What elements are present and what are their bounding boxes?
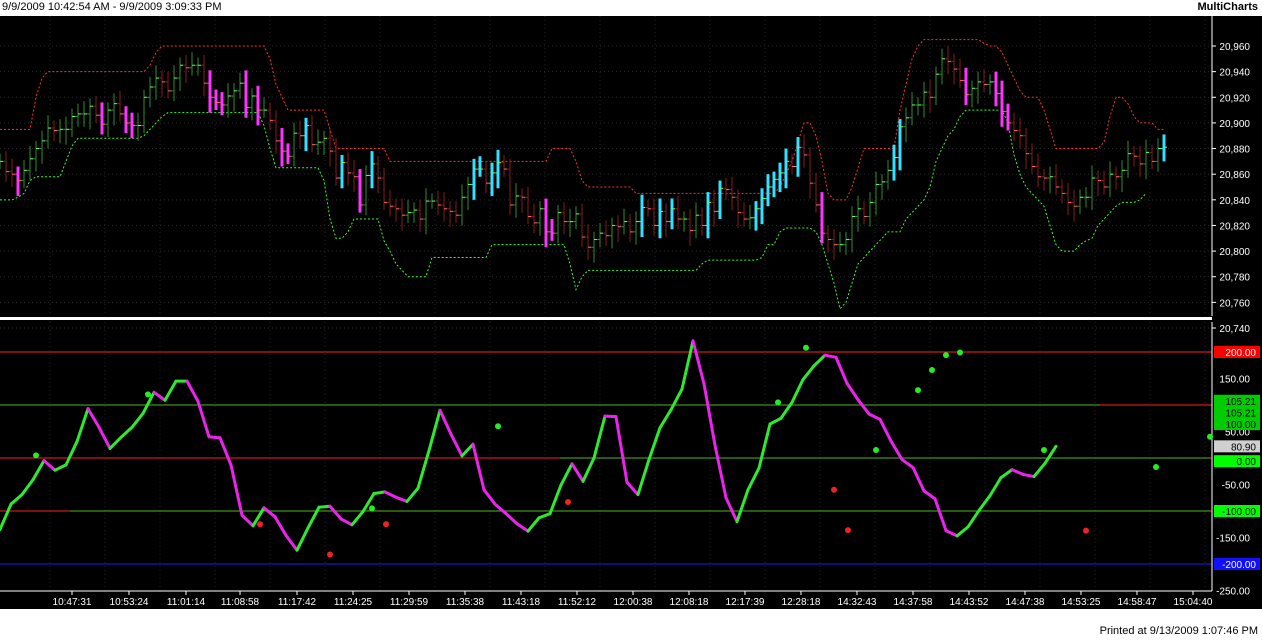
oscillator-segment — [603, 414, 618, 419]
price-tick-label: 20,840 — [1219, 196, 1250, 207]
pane-separator — [0, 317, 1212, 320]
time-tick-label: 11:35:38 — [446, 597, 485, 608]
signal-dot — [565, 498, 571, 505]
time-tick-label: 14:53:25 — [1062, 597, 1101, 608]
signal-dot — [327, 551, 333, 558]
time-tick-label: 11:43:18 — [502, 597, 541, 608]
signal-dot — [1207, 433, 1213, 440]
price-tick-label: 20,960 — [1219, 42, 1250, 53]
oscillator-segment — [1021, 472, 1036, 479]
signal-dot — [33, 452, 39, 459]
signal-dot — [1083, 527, 1089, 534]
signal-dot — [957, 349, 963, 356]
time-tick-label: 14:58:47 — [1118, 597, 1157, 608]
time-tick-label: 11:08:58 — [221, 597, 260, 608]
time-tick-label: 14:43:52 — [950, 597, 989, 608]
signal-dot — [831, 486, 837, 493]
osc-tick-label: 150.00 — [1219, 375, 1250, 386]
printed-timestamp: Printed at 9/13/2009 1:07:46 PM — [1099, 625, 1258, 637]
signal-dot — [915, 387, 921, 394]
oscillator-segment — [823, 353, 838, 359]
time-tick-label: 11:01:14 — [167, 597, 206, 608]
value-badge-label: 0.00 — [1237, 457, 1257, 468]
signal-dot — [1041, 447, 1047, 454]
time-tick-label: 10:47:31 — [53, 597, 92, 608]
time-tick-label: 14:47:38 — [1006, 597, 1045, 608]
value-badge-label: 105.21 — [1225, 408, 1256, 419]
price-tick-label: 20,800 — [1219, 247, 1250, 258]
time-tick-label: 10:53:24 — [110, 597, 149, 608]
title-bar: 9/9/2009 10:42:54 AM - 9/9/2009 3:09:33 … — [0, 0, 1262, 16]
time-tick-label: 11:24:25 — [334, 597, 373, 608]
date-range: 9/9/2009 10:42:54 AM - 9/9/2009 3:09:33 … — [2, 1, 222, 13]
time-tick-label: 14:37:58 — [894, 597, 933, 608]
value-badge-label: 200.00 — [1225, 348, 1256, 359]
osc-tick-label: -150.00 — [1216, 534, 1250, 545]
signal-dot — [943, 352, 949, 359]
price-tick-label: 20,820 — [1219, 221, 1250, 232]
signal-dot — [929, 367, 935, 374]
time-tick-label: 12:17:39 — [726, 597, 765, 608]
time-tick-label: 11:52:12 — [558, 597, 597, 608]
chart-canvas[interactable]: 20,960 20,940 20,920 20,900 20,880 20,860 20,8… — [0, 16, 1262, 624]
time-tick-label: 15:04:40 — [1174, 597, 1213, 608]
time-tick-label: 11:29:59 — [390, 597, 429, 608]
price-tick-label: 20,780 — [1219, 273, 1250, 284]
osc-tick-label: -250.00 — [1216, 587, 1250, 598]
osc-tick-label: -50.00 — [1222, 481, 1251, 492]
time-tick-label: 11:17:42 — [278, 597, 317, 608]
oscillator-segment — [207, 435, 222, 440]
signal-dot — [873, 447, 879, 454]
signal-dot — [383, 521, 389, 528]
value-badge-label: 100.00 — [1225, 420, 1256, 431]
oscillator-segment — [372, 490, 387, 496]
signal-dot — [1153, 464, 1159, 471]
time-tick-label: 12:08:18 — [670, 597, 709, 608]
price-tick-label: 20,880 — [1219, 145, 1250, 156]
chart-background — [0, 16, 1262, 609]
price-tick-label: 20,760 — [1219, 298, 1250, 309]
app-name: MultiCharts — [1197, 1, 1259, 13]
value-badge-label: 105.21 — [1225, 397, 1256, 408]
signal-dot — [369, 505, 375, 512]
value-badge-label: -200.00 — [1222, 560, 1256, 571]
price-tick-label: 20,920 — [1219, 93, 1250, 104]
price-tick-label: 20,740 — [1219, 324, 1250, 335]
price-tick-label: 20,900 — [1219, 119, 1250, 130]
signal-dot — [803, 344, 809, 351]
time-tick-label: 14:32:43 — [838, 597, 877, 608]
signal-dot — [257, 521, 263, 528]
value-badge-label: -100.00 — [1222, 507, 1256, 518]
value-badge-label: 80.90 — [1231, 442, 1256, 453]
price-tick-label: 20,940 — [1219, 68, 1250, 79]
signal-dot — [145, 391, 151, 398]
signal-dot — [845, 527, 851, 534]
oscillator-segment — [317, 504, 332, 509]
price-tick-label: 20,860 — [1219, 170, 1250, 181]
signal-dot — [775, 399, 781, 406]
time-tick-label: 12:00:38 — [614, 597, 653, 608]
time-tick-label: 12:28:18 — [782, 597, 821, 608]
signal-dot — [495, 423, 501, 430]
